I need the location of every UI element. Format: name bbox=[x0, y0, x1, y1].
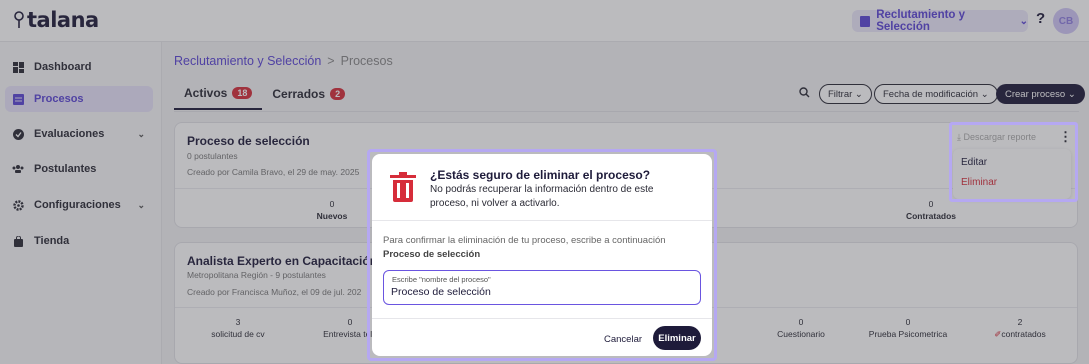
process-name-input[interactable] bbox=[391, 286, 691, 298]
cancel-button[interactable]: Cancelar bbox=[604, 334, 642, 345]
trash-icon bbox=[390, 172, 416, 202]
delete-process-dialog: ¿Estás seguro de eliminar el proceso? No… bbox=[372, 154, 712, 356]
dialog-description: No podrás recuperar la información dentr… bbox=[430, 184, 654, 209]
field-label: Escribe "nombre del proceso" bbox=[392, 275, 491, 284]
confirm-text: Para confirmar la eliminación de tu proc… bbox=[383, 235, 666, 246]
menu-highlight bbox=[949, 122, 1078, 202]
dialog-divider bbox=[372, 220, 712, 221]
confirm-delete-button[interactable]: Eliminar bbox=[653, 326, 701, 350]
process-name-field[interactable]: Escribe "nombre del proceso" bbox=[383, 270, 701, 305]
confirm-instructions: Para confirmar la eliminación de tu proc… bbox=[383, 234, 703, 262]
dialog-title: ¿Estás seguro de eliminar el proceso? bbox=[430, 168, 651, 182]
dialog-divider bbox=[372, 318, 712, 319]
confirm-process-name: Proceso de selección bbox=[383, 249, 481, 260]
